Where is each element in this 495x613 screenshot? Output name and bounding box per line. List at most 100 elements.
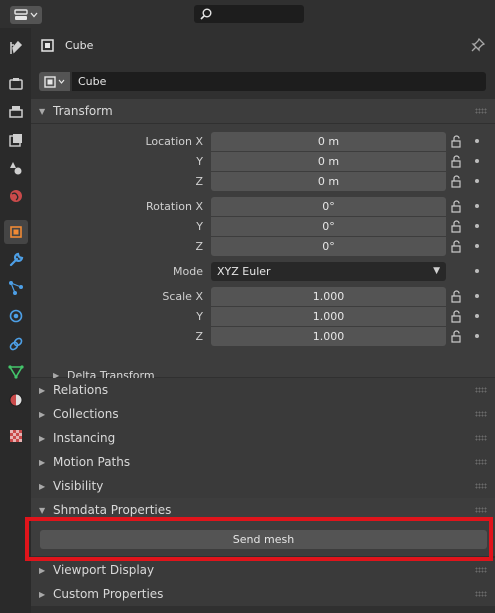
- tab-data[interactable]: [4, 360, 28, 384]
- panel-title: Collections: [53, 407, 119, 421]
- rotation-mode-select[interactable]: XYZ Euler ▼: [211, 262, 446, 281]
- chevron-down-icon: [58, 79, 65, 84]
- tab-material[interactable]: [4, 388, 28, 412]
- unlock-icon[interactable]: [450, 330, 464, 343]
- unlock-icon[interactable]: [450, 135, 464, 148]
- panel-custom-properties-header[interactable]: ▶ Custom Properties: [31, 582, 495, 606]
- wrench-icon: [9, 252, 24, 267]
- rotation-z-label: Z: [195, 240, 203, 253]
- object-browse-button[interactable]: [39, 72, 70, 91]
- view-layer-icon: [9, 134, 22, 147]
- panel-visibility-header[interactable]: ▶ Visibility: [31, 474, 495, 498]
- panel-viewport-display-header[interactable]: ▶ Viewport Display: [31, 558, 495, 582]
- drag-grip-icon[interactable]: [475, 591, 487, 597]
- rotation-y-field[interactable]: 0°: [211, 217, 446, 236]
- location-x-field[interactable]: 0 m: [211, 132, 446, 151]
- location-y-row: Y 0 m: [31, 152, 495, 171]
- drag-grip-icon[interactable]: [475, 108, 487, 114]
- scale-z-field[interactable]: 1.000: [211, 327, 446, 346]
- scale-x-label: Scale X: [162, 290, 203, 303]
- scale-y-field[interactable]: 1.000: [211, 307, 446, 326]
- keyframe-dot[interactable]: [475, 314, 479, 318]
- unlock-icon[interactable]: [450, 290, 464, 303]
- drag-grip-icon[interactable]: [475, 411, 487, 417]
- rotation-z-row: Z 0°: [31, 237, 495, 256]
- unlock-icon[interactable]: [450, 175, 464, 188]
- drag-grip-icon[interactable]: [475, 507, 487, 513]
- unlock-icon[interactable]: [450, 200, 464, 213]
- panel-title: Motion Paths: [53, 455, 131, 469]
- drag-grip-icon[interactable]: [475, 459, 487, 465]
- tab-tool[interactable]: [4, 36, 28, 60]
- render-icon: [9, 78, 23, 90]
- search-input[interactable]: [194, 5, 304, 23]
- unlock-icon[interactable]: [450, 155, 464, 168]
- panel-instancing-header[interactable]: ▶ Instancing: [31, 426, 495, 450]
- tab-render[interactable]: [4, 72, 28, 96]
- drag-grip-icon[interactable]: [475, 435, 487, 441]
- world-icon: [10, 190, 22, 202]
- keyframe-dot[interactable]: [475, 224, 479, 228]
- unlock-icon[interactable]: [450, 220, 464, 233]
- location-y-field[interactable]: 0 m: [211, 152, 446, 171]
- object-context-row: Cube: [31, 28, 495, 62]
- location-z-row: Z 0 m: [31, 172, 495, 191]
- scale-x-field[interactable]: 1.000: [211, 287, 446, 306]
- panel-title: Custom Properties: [53, 587, 164, 601]
- tab-physics[interactable]: [4, 304, 28, 328]
- rotation-mode-label: Mode: [173, 265, 203, 278]
- tab-modifiers[interactable]: [4, 248, 28, 272]
- tab-constraints[interactable]: [4, 332, 28, 356]
- panel-collections-header[interactable]: ▶ Collections: [31, 402, 495, 426]
- drag-grip-icon[interactable]: [475, 483, 487, 489]
- object-icon: [10, 226, 22, 238]
- object-icon: [41, 39, 54, 52]
- physics-icon: [9, 309, 23, 323]
- chevron-down-icon: [30, 12, 38, 18]
- location-x-row: Location X 0 m: [31, 132, 495, 151]
- rotation-z-field[interactable]: 0°: [211, 237, 446, 256]
- rotation-x-field[interactable]: 0°: [211, 197, 446, 216]
- location-z-field[interactable]: 0 m: [211, 172, 446, 191]
- keyframe-dot[interactable]: [475, 204, 479, 208]
- collapsed-triangle-icon: ▶: [39, 409, 46, 419]
- search-icon: [200, 8, 212, 20]
- drag-grip-icon[interactable]: [475, 567, 487, 573]
- output-icon: [9, 106, 23, 118]
- tab-object[interactable]: [4, 220, 28, 244]
- panel-title: Shmdata Properties: [53, 503, 172, 517]
- unlock-icon[interactable]: [450, 240, 464, 253]
- tab-output[interactable]: [4, 100, 28, 124]
- transform-panel: Location X 0 m Y 0 m Z 0 m Rotation X 0°…: [31, 124, 495, 382]
- collapsed-triangle-icon: ▶: [39, 565, 46, 575]
- keyframe-dot[interactable]: [475, 334, 479, 338]
- collapsed-triangle-icon: ▶: [39, 385, 46, 395]
- editor-type-button[interactable]: [10, 6, 42, 24]
- tab-texture[interactable]: [4, 424, 28, 448]
- unlock-icon[interactable]: [450, 310, 464, 323]
- mesh-data-icon: [8, 365, 24, 379]
- keyframe-dot[interactable]: [475, 244, 479, 248]
- panel-relations-header[interactable]: ▶ Relations: [31, 378, 495, 402]
- rotation-mode-row: Mode XYZ Euler ▼: [31, 262, 495, 281]
- panel-title: Visibility: [53, 479, 104, 493]
- tab-view-layer[interactable]: [4, 128, 28, 152]
- drag-grip-icon[interactable]: [475, 387, 487, 393]
- tab-world[interactable]: [4, 184, 28, 208]
- keyframe-dot[interactable]: [475, 294, 479, 298]
- pin-icon[interactable]: [471, 38, 485, 52]
- keyframe-dot[interactable]: [475, 139, 479, 143]
- keyframe-dot[interactable]: [475, 159, 479, 163]
- panel-title: Transform: [53, 104, 113, 118]
- location-x-label: Location X: [145, 135, 203, 148]
- keyframe-dot[interactable]: [475, 269, 479, 273]
- properties-editor-icon: [14, 9, 28, 20]
- keyframe-dot[interactable]: [475, 179, 479, 183]
- tab-particles[interactable]: [4, 276, 28, 300]
- material-icon: [9, 393, 23, 407]
- panel-transform-header[interactable]: ▼ Transform: [31, 99, 495, 123]
- tab-scene[interactable]: [4, 156, 28, 180]
- panel-title: Relations: [53, 383, 109, 397]
- object-name-field[interactable]: Cube: [72, 72, 486, 91]
- panel-motion-paths-header[interactable]: ▶ Motion Paths: [31, 450, 495, 474]
